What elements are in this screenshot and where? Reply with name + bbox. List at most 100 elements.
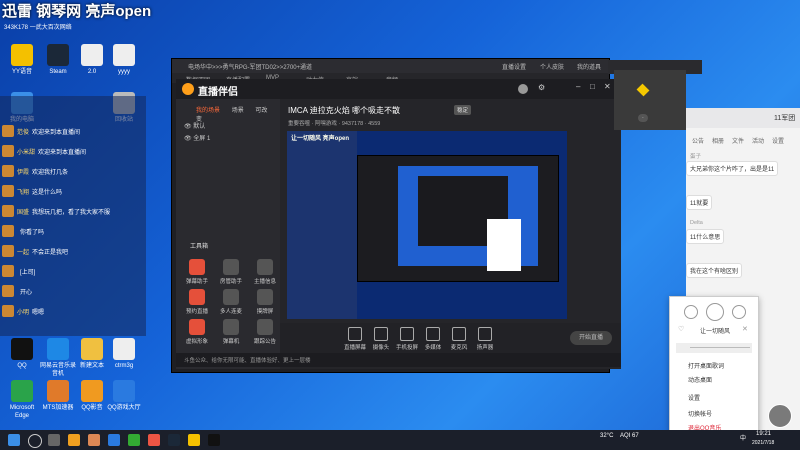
scene-item-default[interactable]: 👁 默认 (184, 121, 205, 130)
meta-game[interactable]: 阿嘿游戏 (315, 121, 337, 127)
app-icon[interactable] (88, 434, 100, 446)
play-icon[interactable] (706, 303, 724, 321)
qq-message: 我在这个有啥区别 (686, 263, 743, 278)
toolbox-item[interactable]: 主播信息 (250, 259, 280, 285)
music-menu-item[interactable]: 设置 (688, 393, 700, 402)
app-icon (81, 44, 103, 66)
chat-username: 一起 (17, 249, 30, 256)
steam-icon[interactable] (168, 434, 180, 446)
desktop-icon[interactable]: Microsoft Edge (2, 380, 42, 420)
scene-label: 全屏 1 (193, 136, 211, 142)
desktop-icon[interactable]: QQ游戏大厅 (104, 380, 144, 412)
diamond-icon (636, 83, 650, 97)
obs-button-settings[interactable]: 直播设置 (502, 62, 526, 71)
like-count: 4559 (368, 121, 381, 127)
weather-temp[interactable]: 32°C (600, 433, 613, 439)
qq-tab[interactable]: 相册 (712, 136, 724, 145)
ime-indicator[interactable]: 中 (740, 433, 746, 442)
chat-username: 范俊 (17, 129, 30, 136)
chat-message: 国盛 我想玩几把，看了我大家不服 (2, 204, 110, 218)
meta-category[interactable]: 重要吞噬 (288, 121, 310, 127)
chat-text: 这是什么吗 (32, 189, 63, 196)
qq-message: 11什么意思 (686, 229, 725, 244)
stream-title[interactable]: IMCA 迪拉克火焰 哪个吸走不散 (288, 105, 400, 116)
close-icon[interactable]: ✕ (742, 325, 748, 333)
toolbox-item[interactable]: 跟踪公告 (250, 319, 280, 345)
tab-scenes[interactable]: 场景 (232, 108, 244, 114)
live-app-icon[interactable] (148, 434, 160, 446)
chat-text: 欢迎来到本直播间 (32, 129, 81, 136)
task-view-icon[interactable] (48, 434, 60, 446)
tool-label: 弹幕机 (222, 339, 240, 345)
bottom-toolbar: 开始直播 直播屏幕 摄像头 手机投屏 多媒体 麦克风 扬声器 (280, 323, 621, 353)
music-menu-item[interactable]: 切换帐号 (688, 409, 712, 418)
chat-message: 伊霞 欢迎我打几条 (2, 164, 68, 178)
obs-titlebar: 电场华中>>>勇气RPG-军团TD02>>2700+通道 直播设置 个人皮肤 我… (172, 59, 609, 73)
desktop-icon[interactable]: yyyy (104, 44, 144, 76)
tab-my-scenes[interactable]: 我的场景 (196, 108, 220, 114)
volume-slider[interactable] (676, 343, 752, 353)
toolbox-item[interactable]: 预约直播 (182, 289, 212, 315)
scene-item-fullscreen[interactable]: 👁 全屏 1 (184, 133, 210, 142)
viewer-count: 9437178 (341, 121, 364, 127)
desktop-icon[interactable]: YY语音 (2, 44, 42, 76)
app-logo-icon (182, 83, 194, 95)
yy-icon[interactable] (188, 434, 200, 446)
minimize-icon[interactable]: – (576, 82, 580, 91)
toolbox-item[interactable]: 摸牌屏 (250, 289, 280, 315)
app-icon (113, 380, 135, 402)
maximize-icon[interactable]: □ (590, 82, 595, 91)
music-menu-item[interactable]: 打开桌面歌词 (688, 361, 724, 370)
app-icon (47, 380, 69, 402)
qq-icon[interactable] (208, 434, 220, 446)
stream-tag: 稳定 (454, 105, 472, 115)
chat-username: 伊霞 (17, 169, 30, 176)
toolbox-item[interactable]: 虚拟形象 (182, 319, 212, 345)
user-avatar[interactable] (518, 84, 528, 94)
qq-tab[interactable]: 文件 (732, 136, 744, 145)
settings-icon[interactable]: ⚙ (538, 83, 545, 92)
clock-time[interactable]: 19:21 (756, 431, 771, 437)
bg-button[interactable]: · (638, 114, 648, 122)
eye-icon[interactable]: 👁 (184, 124, 192, 130)
clock-date[interactable]: 2021/7/18 (752, 440, 774, 446)
explorer-icon[interactable] (68, 434, 80, 446)
weather-aqi[interactable]: AQI 67 (620, 433, 639, 439)
start-icon[interactable] (8, 434, 20, 446)
qq-tab[interactable]: 设置 (772, 136, 784, 145)
toolbox-item[interactable]: 房管助手 (216, 259, 246, 285)
toolbar-button[interactable]: 扬声器 (470, 327, 500, 351)
chat-text: 欢迎来到本直播间 (38, 149, 87, 156)
avatar[interactable] (768, 404, 792, 428)
desktop-icon-label: YY语音 (11, 69, 32, 75)
chat-text: 我想玩几把，看了我大家不服 (32, 209, 111, 216)
next-icon[interactable] (732, 305, 746, 319)
heart-icon[interactable]: ♡ (678, 325, 684, 333)
toolbar-icon (400, 327, 414, 341)
previous-icon[interactable] (684, 305, 698, 319)
app-icon[interactable] (108, 434, 120, 446)
desktop-icon[interactable]: QQ (2, 338, 42, 370)
edge-icon[interactable] (128, 434, 140, 446)
chat-text: 不会正是我吧 (32, 249, 69, 256)
close-icon[interactable]: ✕ (604, 82, 611, 91)
chat-message: 小米甜 欢迎来到本直播间 (2, 144, 86, 158)
toolbar-icon (426, 327, 440, 341)
start-live-button[interactable]: 开始直播 (570, 331, 612, 345)
obs-title: 电场华中>>>勇气RPG-军团TD02>>2700+通道 (188, 65, 313, 71)
qq-tab[interactable]: 活动 (752, 136, 764, 145)
eye-icon[interactable]: 👁 (184, 136, 192, 142)
search-icon[interactable] (28, 434, 42, 448)
status-bar: 斗鱼公众、给你无限可能、直播体验好、更上一层楼 (176, 353, 621, 367)
qq-tab[interactable]: 公告 (692, 136, 704, 145)
music-menu-item[interactable]: 动态桌面 (688, 375, 712, 384)
toolbar-label: 扬声器 (476, 345, 494, 351)
tool-icon (223, 259, 239, 275)
toolbox-item[interactable]: 多人连麦 (216, 289, 246, 315)
obs-button-skin[interactable]: 个人皮肤 (540, 62, 564, 71)
obs-button-props[interactable]: 我的道具 (577, 62, 601, 71)
desktop-icon[interactable]: ctrm3g (104, 338, 144, 370)
toolbox-item[interactable]: 弹幕机 (216, 319, 246, 345)
toolbox-item[interactable]: 弹幕助手 (182, 259, 212, 285)
chat-username: 国盛 (17, 209, 30, 216)
